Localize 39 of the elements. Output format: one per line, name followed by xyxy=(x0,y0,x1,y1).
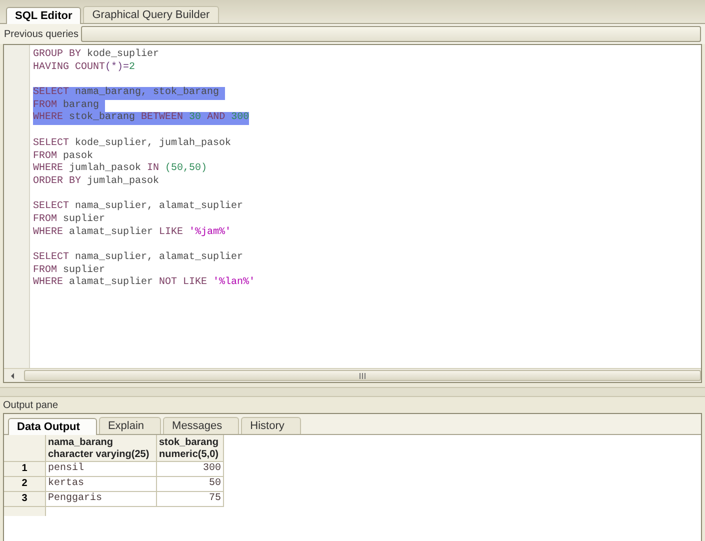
code-line: GROUP BY kode_suplier xyxy=(33,49,160,62)
output-pane-label: Output pane xyxy=(3,398,58,412)
tab[interactable]: Messages xyxy=(163,417,240,434)
tab[interactable]: Explain xyxy=(98,417,162,434)
column-name: stok_barang xyxy=(159,437,218,449)
column-type: numeric(5,0) xyxy=(159,449,218,461)
code-line: SELECT kode_suplier, jumlah_pasok xyxy=(33,138,232,150)
table-cell: pensil xyxy=(46,462,157,477)
tab[interactable]: History xyxy=(241,417,302,434)
table-cell: 300 xyxy=(157,462,224,477)
table-cell: 50 xyxy=(157,477,224,492)
tab[interactable]: Data Output xyxy=(8,418,97,435)
column-type: character varying(25) xyxy=(48,449,150,461)
tab[interactable]: Graphical Query Builder xyxy=(83,6,219,23)
code-line: FROM suplier xyxy=(33,214,106,226)
scrollbar-thumb[interactable] xyxy=(24,370,701,381)
previous-queries-dropdown[interactable] xyxy=(81,26,701,42)
column-header[interactable]: stok_barang numeric(5,0) xyxy=(157,435,224,462)
row-number[interactable]: 1 xyxy=(4,462,45,477)
grip-icon xyxy=(359,372,366,378)
code-line: FROM suplier xyxy=(33,264,106,276)
previous-queries-label: Previous queries xyxy=(4,28,78,42)
tab[interactable]: SQL Editor xyxy=(6,7,82,24)
code-line: HAVING COUNT(*)=2 xyxy=(33,62,136,74)
row-number[interactable]: 3 xyxy=(4,492,45,507)
code-line: FROM pasok xyxy=(33,150,94,162)
code-line: ORDER BY jumlah_pasok xyxy=(33,176,160,189)
table-cell: 75 xyxy=(157,492,224,507)
table-cell: kertas xyxy=(46,477,157,492)
row-number[interactable]: 2 xyxy=(4,477,45,492)
column-header[interactable]: nama_barang character varying(25) xyxy=(46,435,157,462)
table-cell: Penggaris xyxy=(46,492,157,507)
horizontal-scrollbar[interactable] xyxy=(4,368,701,382)
code-line: WHERE jumlah_pasok IN (50,50) xyxy=(33,163,208,176)
code-line: SELECT nama_suplier, alamat_suplier xyxy=(33,252,244,264)
code-line: SELECT nama_suplier, alamat_suplier xyxy=(33,201,244,214)
code-line: WHERE alamat_suplier LIKE '%jam%' xyxy=(33,226,232,240)
code-line: WHERE alamat_suplier NOT LIKE '%lan%' xyxy=(33,277,256,290)
column-name: nama_barang xyxy=(48,437,114,449)
